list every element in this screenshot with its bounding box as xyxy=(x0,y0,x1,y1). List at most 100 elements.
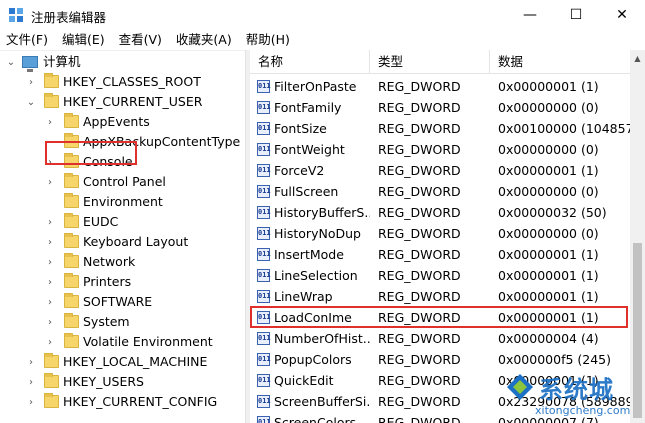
tree-item[interactable]: › EUDC xyxy=(0,212,245,232)
folder-icon xyxy=(44,93,59,108)
tree-item-label: HKEY_LOCAL_MACHINE xyxy=(63,354,208,369)
chevron-right-icon[interactable]: › xyxy=(26,72,36,92)
table-row[interactable]: 011 InsertMode REG_DWORD 0x00000001 (1) xyxy=(250,244,630,265)
chevron-right-icon[interactable]: › xyxy=(45,172,55,192)
cell-data: 0x00000000 (0) xyxy=(498,226,599,241)
chevron-right-icon[interactable]: › xyxy=(45,292,55,312)
watermark-logo-icon xyxy=(507,374,533,400)
chevron-right-icon[interactable]: › xyxy=(26,392,36,412)
folder-icon xyxy=(64,113,79,128)
table-row[interactable]: 011FontSize REG_DWORD 0x00100000 (1048576) xyxy=(250,118,630,139)
chevron-right-icon[interactable]: › xyxy=(45,232,55,252)
menu-view[interactable]: 查看(V) xyxy=(112,30,169,50)
table-row[interactable]: 011 PopupColors REG_DWORD 0x000000f5 (245) xyxy=(250,349,630,370)
cell-name: ForceV2 xyxy=(274,163,325,178)
chevron-right-icon[interactable]: › xyxy=(45,112,55,132)
folder-icon xyxy=(44,73,59,88)
registry-tree[interactable]: ⌄ 计算机 › HKEY_CLASSES_ROOT ⌄ HKEY_CURRENT_US… xyxy=(0,50,245,423)
table-row[interactable]: 011 FontWeight REG_DWORD 0x00000000 (0) xyxy=(250,139,630,160)
maximize-button[interactable]: ☐ xyxy=(553,0,599,30)
cell-type: REG_DWORD xyxy=(378,352,461,367)
table-row[interactable]: 011 NumberOfHist... REG_DWORD 0x00000004 (4… xyxy=(250,328,630,349)
chevron-right-icon[interactable]: › xyxy=(45,312,55,332)
tree-root[interactable]: ⌄ 计算机 xyxy=(0,52,245,72)
cell-name: InsertMode xyxy=(274,247,344,262)
menu-help[interactable]: 帮助(H) xyxy=(239,30,297,50)
table-row[interactable]: 011 FontFamily REG_DWORD 0x00000000 (0) xyxy=(250,97,630,118)
cell-data: 0x00000032 (50) xyxy=(498,205,607,220)
folder-icon xyxy=(64,193,79,208)
tree-item[interactable]: ⌄ HKEY_CURRENT_USER xyxy=(0,92,245,112)
cell-name: LineSelection xyxy=(274,268,358,283)
table-row[interactable]: 011 FilterOnPaste REG_DWORD 0x00000001 (1) xyxy=(250,76,630,97)
chevron-right-icon[interactable]: › xyxy=(26,352,36,372)
menu-edit[interactable]: 编辑(E) xyxy=(55,30,112,50)
menu-file[interactable]: 文件(F) xyxy=(0,30,55,50)
cell-type: REG_DWORD xyxy=(378,289,461,304)
chevron-down-icon[interactable]: ⌄ xyxy=(6,52,16,72)
cell-data: 0x00000001 (1) xyxy=(498,268,599,283)
folder-icon xyxy=(64,273,79,288)
cell-name: PopupColors xyxy=(274,352,352,367)
menu-bar: 文件(F) 编辑(E) 查看(V) 收藏夹(A) 帮助(H) xyxy=(0,30,645,50)
column-header-name[interactable]: 名称 xyxy=(250,50,370,74)
cell-type: REG_DWORD xyxy=(378,184,461,199)
scroll-up-arrow-icon[interactable]: ▲ xyxy=(630,50,645,67)
title-bar: 注册表编辑器 — ☐ ✕ xyxy=(0,0,645,30)
tree-root-label: 计算机 xyxy=(43,54,81,69)
tree-item[interactable]: › Keyboard Layout xyxy=(0,232,245,252)
tree-item-label: HKEY_CURRENT_USER xyxy=(63,94,203,109)
cell-type: REG_DWORD xyxy=(378,163,461,178)
cell-data: 0x00000001 (1) xyxy=(498,163,599,178)
tree-item[interactable]: › Network xyxy=(0,252,245,272)
selection-highlight-box xyxy=(45,141,137,165)
cell-type: REG_DWORD xyxy=(378,226,461,241)
minimize-button[interactable]: — xyxy=(507,0,553,30)
folder-icon xyxy=(44,373,59,388)
tree-item[interactable]: › System xyxy=(0,312,245,332)
reg-dword-icon: 011 xyxy=(257,164,271,177)
values-list[interactable]: 名称 类型 数据 011 FilterOnPaste REG_DWORD 0x0000… xyxy=(250,50,645,423)
tree-item[interactable]: › Printers xyxy=(0,272,245,292)
chevron-right-icon[interactable]: › xyxy=(45,252,55,272)
tree-item[interactable]: › HKEY_CLASSES_ROOT xyxy=(0,72,245,92)
cell-data: 0x00000000 (0) xyxy=(498,184,599,199)
chevron-down-icon[interactable]: ⌄ xyxy=(26,92,36,112)
tree-item[interactable]: › Control Panel xyxy=(0,172,245,192)
cell-type: REG_DWORD xyxy=(378,142,461,157)
cell-name: FontSize xyxy=(274,121,327,136)
close-button[interactable]: ✕ xyxy=(599,0,645,30)
reg-dword-icon: 011 xyxy=(257,269,271,282)
table-row[interactable]: 011 HistoryBufferS... REG_DWORD 0x00000032 … xyxy=(250,202,630,223)
chevron-right-icon[interactable]: › xyxy=(45,272,55,292)
tree-item[interactable]: › SOFTWARE xyxy=(0,292,245,312)
cell-data: 0x000000f5 (245) xyxy=(498,352,612,367)
cell-name: HistoryNoDup xyxy=(274,226,361,241)
chevron-right-icon[interactable]: › xyxy=(45,212,55,232)
cell-name: FilterOnPaste xyxy=(274,79,357,94)
tree-item[interactable]: › Volatile Environment xyxy=(0,332,245,352)
menu-favorites[interactable]: 收藏夹(A) xyxy=(169,30,239,50)
tree-item-label: Network xyxy=(83,254,136,269)
tree-item-label: Volatile Environment xyxy=(83,334,213,349)
table-row[interactable]: 011 LineSelection REG_DWORD 0x00000001 (1) xyxy=(250,265,630,286)
column-header-data[interactable]: 数据 xyxy=(490,50,630,74)
chevron-right-icon[interactable]: › xyxy=(45,332,55,352)
tree-item[interactable]: Environment xyxy=(0,192,245,212)
cell-data: 0x00000001 (1) xyxy=(498,79,599,94)
tree-item[interactable]: › HKEY_USERS xyxy=(0,372,245,392)
cell-type: REG_DWORD xyxy=(378,331,461,346)
table-row[interactable]: 011 LineWrap REG_DWORD 0x00000001 (1) xyxy=(250,286,630,307)
tree-item-label: HKEY_CLASSES_ROOT xyxy=(63,74,201,89)
table-row[interactable]: 011 FullScreen REG_DWORD 0x00000000 (0) xyxy=(250,181,630,202)
vertical-scrollbar[interactable]: ▲ xyxy=(630,50,645,423)
table-row[interactable]: 011 ForceV2 REG_DWORD 0x00000001 (1) xyxy=(250,160,630,181)
tree-item[interactable]: › HKEY_LOCAL_MACHINE xyxy=(0,352,245,372)
chevron-right-icon[interactable]: › xyxy=(26,372,36,392)
tree-item-label: System xyxy=(83,314,130,329)
folder-icon xyxy=(44,353,59,368)
tree-item[interactable]: › HKEY_CURRENT_CONFIG xyxy=(0,392,245,412)
table-row[interactable]: 011 HistoryNoDup REG_DWORD 0x00000000 (0) xyxy=(250,223,630,244)
tree-item[interactable]: › AppEvents xyxy=(0,112,245,132)
column-header-type[interactable]: 类型 xyxy=(370,50,490,74)
